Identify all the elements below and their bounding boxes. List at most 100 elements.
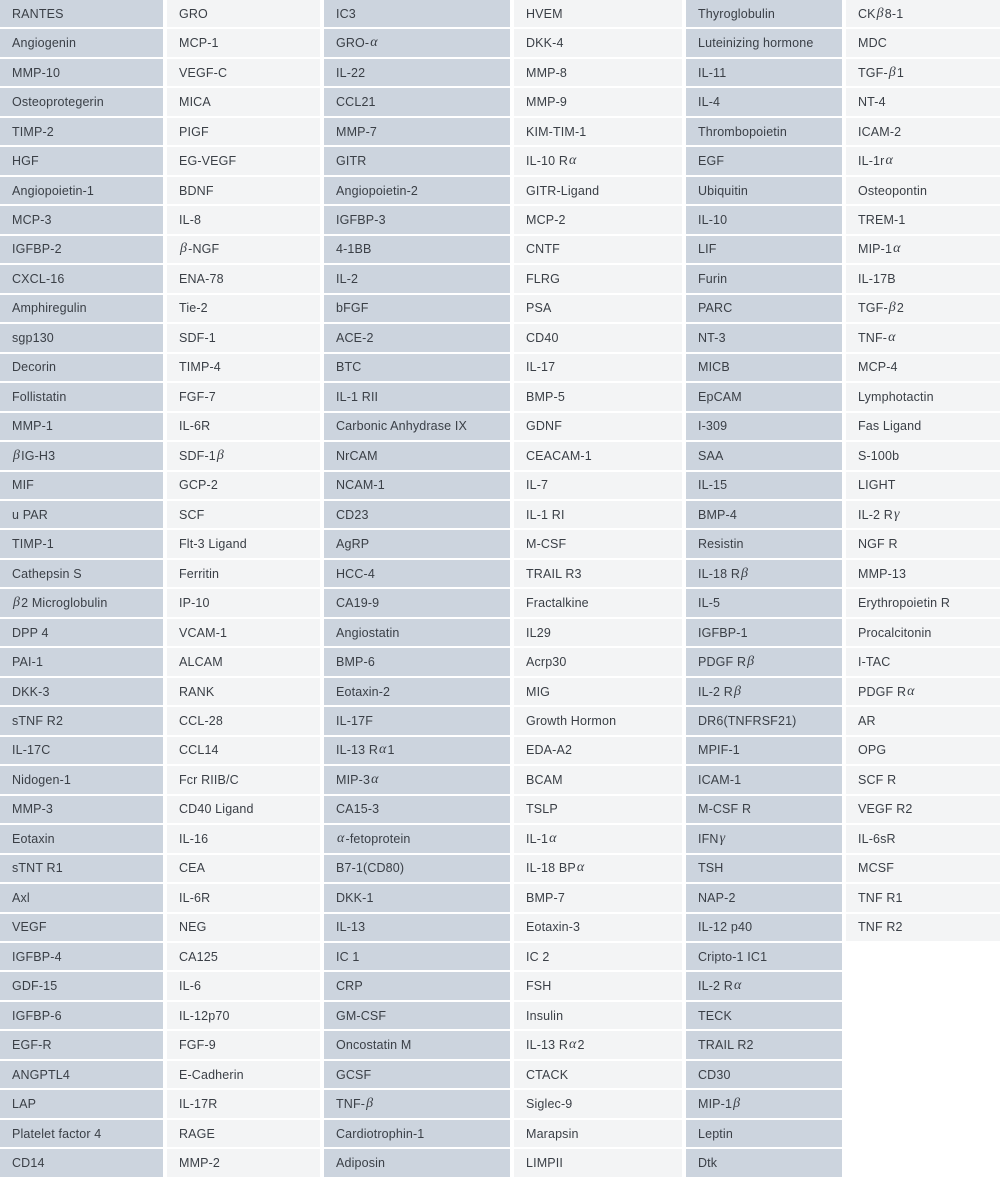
table-cell: IL-12p70	[167, 1001, 320, 1032]
table-cell: FSH	[514, 972, 682, 1002]
table-cell: IP-10	[167, 589, 320, 619]
table-cell: EDA-A2	[514, 736, 682, 767]
greek-letter: β	[747, 654, 755, 670]
table-cell: bFGF	[324, 294, 510, 325]
table-cell: PAI-1	[0, 648, 163, 678]
table-cell: Resistin	[686, 530, 842, 560]
table-cell: CCL-28	[167, 707, 320, 737]
table-cell: Insulin	[514, 1001, 682, 1032]
table-cell: MICB	[686, 353, 842, 384]
table-cell: IL-11	[686, 58, 842, 89]
table-cell: IL-18 BP α	[514, 854, 682, 885]
greek-letter: γ	[719, 830, 726, 846]
greek-letter: α	[371, 771, 379, 787]
table-cell: KIM-TIM-1	[514, 117, 682, 148]
table-cell: IC 2	[514, 943, 682, 973]
table-cell: TNF- α	[846, 324, 1000, 354]
table-cell: MIF	[0, 471, 163, 501]
table-cell: NrCAM	[324, 442, 510, 472]
table-cell: TIMP-4	[167, 353, 320, 384]
greek-letter: α	[549, 830, 557, 846]
table-cell: ENA-78	[167, 265, 320, 295]
table-cell: MIG	[514, 677, 682, 708]
greek-letter: α	[370, 35, 378, 51]
table-cell: NT-4	[846, 88, 1000, 118]
table-cell: CA15-3	[324, 795, 510, 826]
table-cell: PIGF	[167, 117, 320, 148]
table-cell: DKK-4	[514, 29, 682, 59]
greek-letter: β	[888, 300, 896, 316]
table-cell: IL-13 R α 2	[514, 1031, 682, 1061]
table-cell: Fractalkine	[514, 589, 682, 619]
table-cell: LIMPII	[514, 1149, 682, 1179]
table-cell: SDF-1	[167, 324, 320, 354]
table-cell: MCP-4	[846, 353, 1000, 384]
table-column-1: RANTES Angiogenin MMP-10 Osteoprotegerin TIM…	[0, 0, 163, 1179]
table-cell: CRP	[324, 972, 510, 1002]
table-cell: PDGF R β	[686, 648, 842, 678]
table-column-2: GRO MCP-1 VEGF-C MICA PIGF EG-VEGF BDNF IL-8 β -…	[167, 0, 320, 1179]
table-cell: Osteopontin	[846, 176, 1000, 207]
greek-letter: β	[13, 447, 21, 463]
table-cell: CA125	[167, 943, 320, 973]
table-cell: CCL14	[167, 736, 320, 767]
greek-letter: β	[180, 241, 188, 257]
table-cell: CEA	[167, 854, 320, 885]
table-cell: HCC-4	[324, 559, 510, 590]
table-cell: ICAM-2	[846, 117, 1000, 148]
table-cell: IL-6R	[167, 412, 320, 443]
table-cell: VEGF-C	[167, 58, 320, 89]
greek-letter: α	[576, 860, 585, 876]
table-cell: MICA	[167, 88, 320, 118]
table-cell: M-CSF R	[686, 795, 842, 826]
table-cell: BCAM	[514, 766, 682, 796]
table-cell: Flt-3 Ligand	[167, 530, 320, 560]
table-cell: Erythropoietin R	[846, 589, 1000, 619]
table-cell: IGFBP-1	[686, 618, 842, 649]
table-cell: Axl	[0, 884, 163, 914]
table-cell: TRAIL R2	[686, 1031, 842, 1061]
table-cell: MMP-9	[514, 88, 682, 118]
table-cell: NGF R	[846, 530, 1000, 560]
table-cell: SDF-1 β	[167, 442, 320, 472]
table-cell-empty	[846, 1149, 1000, 1179]
table-cell: MDC	[846, 29, 1000, 59]
greek-letter: β	[741, 565, 749, 581]
table-cell: IL-2 R β	[686, 677, 842, 708]
table-cell: MCSF	[846, 854, 1000, 885]
table-cell: Thyroglobulin	[686, 0, 842, 30]
table-cell: EGF	[686, 147, 842, 177]
table-cell: LIF	[686, 235, 842, 266]
greek-letter: α	[893, 241, 901, 257]
table-cell: ALCAM	[167, 648, 320, 678]
table-cell: ANGPTL4	[0, 1060, 163, 1091]
table-cell: Oncostatin M	[324, 1031, 510, 1061]
table-cell-empty	[846, 1031, 1000, 1061]
table-cell: Ferritin	[167, 559, 320, 590]
table-cell: DR6(TNFRSF21)	[686, 707, 842, 737]
table-cell: Angiopoietin-1	[0, 176, 163, 207]
table-cell: ICAM-1	[686, 766, 842, 796]
table-cell: CD30	[686, 1060, 842, 1091]
table-cell: CCL21	[324, 88, 510, 118]
table-cell: IGFBP-4	[0, 943, 163, 973]
table-cell: OPG	[846, 736, 1000, 767]
table-cell: MCP-1	[167, 29, 320, 59]
table-cell: SCF R	[846, 766, 1000, 796]
table-cell: IL-17C	[0, 736, 163, 767]
table-column-4: HVEM DKK-4 MMP-8 MMP-9 KIM-TIM-1 IL-10 R α GIT…	[514, 0, 682, 1179]
table-column-3: IC3 GRO- α IL-22 CCL21 MMP-7 GITR Angiopoietin…	[324, 0, 510, 1179]
table-cell: β 2 Microglobulin	[0, 589, 163, 619]
table-cell: CTACK	[514, 1060, 682, 1091]
table-cell: IL-18 R β	[686, 559, 842, 590]
table-cell: Dtk	[686, 1149, 842, 1179]
table-cell: EpCAM	[686, 383, 842, 413]
table-cell: MMP-1	[0, 412, 163, 443]
table-cell: TGF- β 1	[846, 58, 1000, 89]
table-cell: MMP-7	[324, 117, 510, 148]
table-cell: IGFBP-2	[0, 235, 163, 266]
table-cell: I-309	[686, 412, 842, 443]
table-cell: IL-6R	[167, 884, 320, 914]
table-cell: Adiposin	[324, 1149, 510, 1179]
table-cell: Eotaxin-2	[324, 677, 510, 708]
